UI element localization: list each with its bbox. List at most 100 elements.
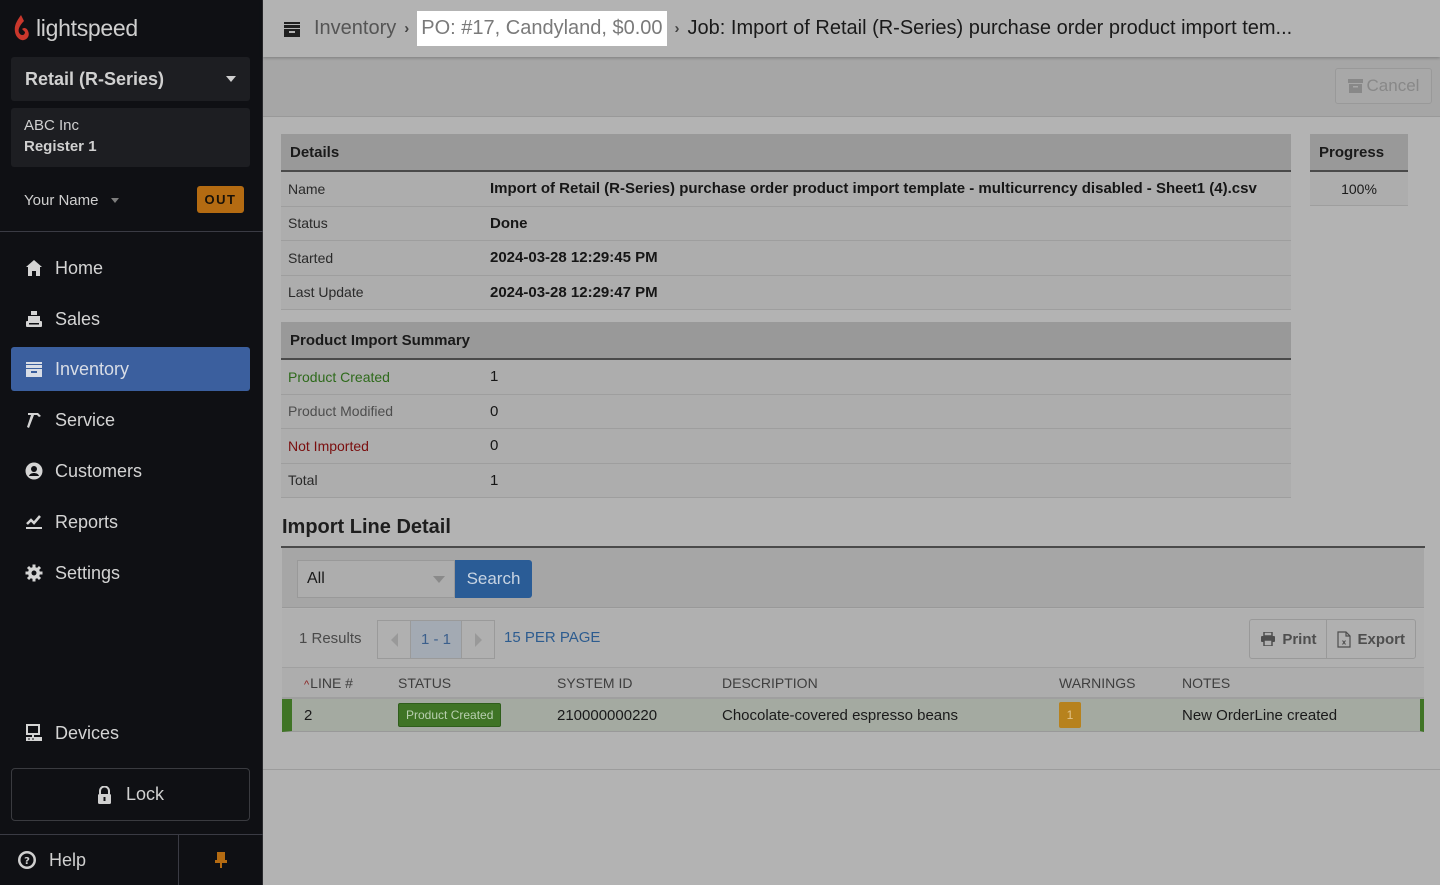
breadcrumb-purchase-order[interactable]: PO: #17, Candyland, $0.00 [417,11,667,46]
column-header-status[interactable]: STATUS [398,675,557,691]
cell-notes: New OrderLine created [1182,706,1338,724]
sidebar-item-home[interactable]: Home [11,246,250,290]
cell-line: 2 [304,706,313,724]
print-button[interactable]: Print [1250,620,1326,658]
cancel-label: Cancel [1366,76,1420,95]
clock-out-button[interactable]: OUT [197,186,244,213]
user-circle-icon [24,461,44,481]
progress-panel: Progress 100% [1310,134,1408,206]
sidebar-item-devices[interactable]: Devices [11,711,250,755]
column-header-system-id[interactable]: SYSTEM ID [557,675,722,691]
breadcrumb-inventory[interactable]: Inventory [314,17,396,40]
details-title: Details [281,134,1291,172]
chevron-right-icon: › [404,20,410,37]
table-row[interactable]: 2 Product Created 210000000220 Chocolate… [282,699,1424,732]
sidebar-item-settings[interactable]: Settings [11,551,250,595]
company-name: ABC Inc [24,117,80,134]
printer-icon [1261,632,1276,646]
detail-row-name: Name Import of Retail (R-Series) purchas… [281,172,1291,207]
breadcrumb-current-job: Job: Import of Retail (R-Series) purchas… [687,17,1293,39]
help-label: Help [49,849,87,870]
user-menu[interactable]: Your Name OUT [24,186,244,214]
action-toolbar: Cancel [263,57,1440,117]
excel-file-icon: x [1337,630,1352,648]
chevron-right-icon: › [674,20,680,37]
column-header-description[interactable]: DESCRIPTION [722,675,1059,691]
sidebar-item-label: Customers [55,460,143,481]
pin-sidebar-button[interactable] [178,835,263,885]
print-export-group: Print x Export [1249,619,1416,659]
detail-value: 2024-03-28 12:29:47 PM [490,283,658,301]
sidebar-item-label: Service [55,409,116,430]
sort-ascending-icon: ^ [304,678,310,691]
import-lines-table: ^LINE # STATUS SYSTEM ID DESCRIPTION WAR… [282,668,1424,732]
gear-icon [24,563,44,583]
warning-count-badge[interactable]: 1 [1059,702,1081,728]
archive-box-icon [284,21,300,37]
cancel-button[interactable]: Cancel [1335,68,1432,104]
caret-right-icon [474,632,482,647]
sidebar-item-label: Inventory [55,358,130,379]
progress-title: Progress [1310,134,1408,172]
search-button[interactable]: Search [455,560,532,598]
results-bar: 1 Results 1 - 1 15 PER PAGE Print x Expo… [282,609,1424,668]
summary-value: 0 [490,437,499,455]
export-button[interactable]: x Export [1326,620,1415,658]
sidebar-item-label: Devices [55,722,120,743]
shop-select-label: Retail (R-Series) [25,68,165,89]
print-label: Print [1282,630,1317,648]
sidebar-item-sales[interactable]: Sales [11,297,250,341]
summary-row-total: Total 1 [281,463,1291,498]
summary-title: Product Import Summary [281,322,1291,360]
import-line-detail-title: Import Line Detail [282,516,451,538]
detail-label: Last Update [288,284,364,301]
help-button[interactable]: ? Help [0,835,178,885]
sidebar-item-label: Reports [55,511,119,532]
register-box[interactable]: ABC Inc Register 1 [11,108,250,167]
sidebar-item-service[interactable]: Service [11,398,250,442]
results-count: 1 Results [299,630,362,647]
summary-label: Not Imported [288,437,369,454]
svg-text:?: ? [24,856,30,867]
column-header-line[interactable]: ^LINE # [282,675,398,691]
status-filter-select[interactable]: All [297,560,455,598]
table-header: ^LINE # STATUS SYSTEM ID DESCRIPTION WAR… [282,668,1424,699]
sidebar-item-inventory[interactable]: Inventory [11,347,250,391]
per-page-selector[interactable]: 15 PER PAGE [504,629,600,646]
column-header-notes[interactable]: NOTES [1182,675,1424,691]
sidebar-item-label: Sales [55,308,101,329]
lightspeed-logo[interactable]: lightspeed [12,12,138,44]
prev-page-button[interactable] [378,621,410,658]
caret-down-icon [433,576,445,583]
cell-warnings: 1 [1059,702,1182,728]
column-label: LINE # [310,674,353,691]
summary-row-not-imported: Not Imported 0 [281,429,1291,464]
detail-value: 2024-03-28 12:29:45 PM [490,249,658,267]
detail-label: Name [288,180,326,197]
divider [263,769,1440,770]
progress-value: 100% [1310,172,1408,206]
caret-left-icon [390,632,398,647]
caret-down-icon [110,197,119,203]
svg-text:x: x [1342,638,1347,646]
cell-status: Product Created [398,703,557,727]
breadcrumb: Inventory › PO: #17, Candyland, $0.00 › … [263,0,1440,57]
export-label: Export [1357,630,1405,648]
details-panel: Details Name Import of Retail (R-Series)… [281,134,1291,310]
next-page-button[interactable] [462,621,494,658]
cell-system-id: 210000000220 [557,706,658,724]
lock-button[interactable]: Lock [11,768,250,821]
detail-label: Started [288,249,334,266]
column-header-warnings[interactable]: WARNINGS [1059,675,1182,691]
sidebar-item-label: Home [55,257,104,278]
import-summary-panel: Product Import Summary Product Created 1… [281,322,1291,498]
shop-select[interactable]: Retail (R-Series) [11,57,250,101]
sidebar-item-reports[interactable]: Reports [11,500,250,544]
status-badge: Product Created [398,703,502,727]
lock-label: Lock [125,784,165,804]
sidebar-item-customers[interactable]: Customers [11,449,250,493]
page-range[interactable]: 1 - 1 [410,621,462,658]
archive-icon [1347,79,1363,93]
flame-logo-icon [14,15,29,41]
caret-down-icon [226,76,236,82]
